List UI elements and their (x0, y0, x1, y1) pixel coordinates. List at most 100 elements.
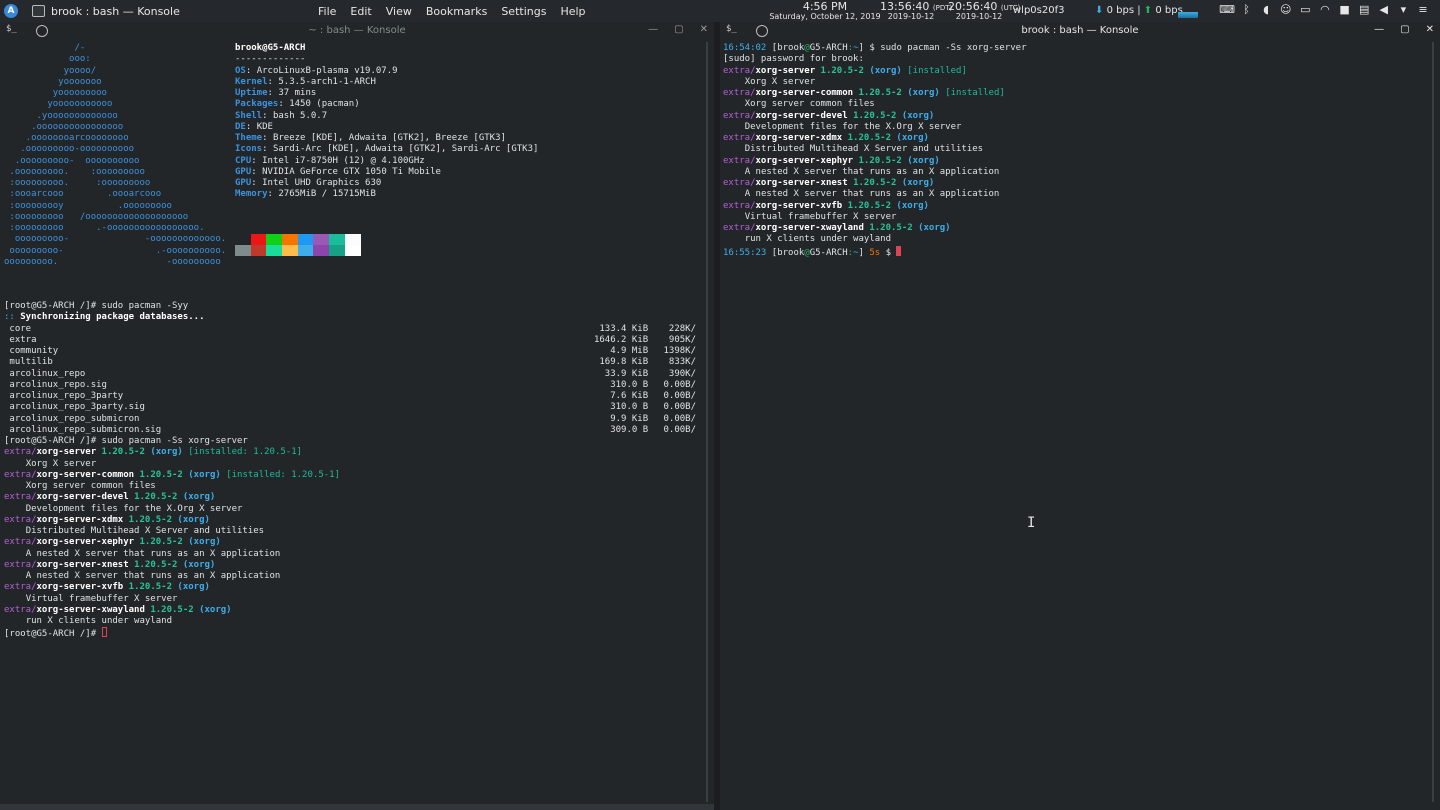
clock-date: Saturday, October 12, 2019 (769, 12, 881, 21)
application-launcher-icon[interactable]: A (4, 4, 18, 18)
result-package[interactable]: xorg-server-devel (37, 492, 129, 502)
result-package[interactable]: xorg-server-xwayland (37, 605, 145, 615)
info-value: ArcoLinuxB-plasma v19.07.9 (256, 65, 398, 76)
timezone-clock-utc[interactable]: 20:56:40 (UTC) 2019-10-12 (948, 0, 1020, 21)
db-rate: 833K/ (668, 357, 696, 368)
info-key: DE (235, 121, 246, 132)
palette-swatch (282, 245, 298, 256)
menu-icon[interactable]: ≡ (1416, 2, 1430, 16)
db-row: arcolinux_repo.sig 310.0 B 0.00B/ (4, 380, 696, 391)
menu-help[interactable]: Help (560, 5, 585, 18)
result-group: (xorg) (896, 200, 929, 211)
left-scrollbar[interactable] (706, 42, 708, 802)
result-version: 1.20.5-2 (128, 514, 172, 525)
db-rate: 0.00B/ (663, 402, 696, 413)
konsole-window-right[interactable]: $_ brook : bash — Konsole — ▢ ✕ 16:54:02… (720, 22, 1440, 810)
db-name: community (9, 346, 59, 356)
minimize-icon[interactable]: — (648, 24, 658, 35)
menu-bookmarks[interactable]: Bookmarks (426, 5, 487, 18)
neofetch-user: brook@G5-ARCH (235, 43, 306, 53)
result-package[interactable]: xorg-server-xnest (756, 178, 848, 188)
result-package[interactable]: xorg-server-common (756, 88, 854, 98)
result-description: A nested X server that runs as an X appl… (744, 166, 1000, 177)
prompt-user: [brook (771, 43, 805, 53)
result-package[interactable]: xorg-server (37, 447, 97, 457)
right-titlebar[interactable]: $_ brook : bash — Konsole — ▢ ✕ (720, 22, 1440, 40)
db-stats: 7.6 KiB 0.00B/ (610, 391, 696, 402)
result-package[interactable]: xorg-server-xwayland (756, 223, 864, 233)
result-package[interactable]: xorg-server-xephyr (756, 156, 854, 166)
right-scrollbar[interactable] (1432, 42, 1434, 802)
system-tray: ⌨ ᛒ ◖ ☺ ▭ ◠ ■ ▤ ◀ ▾ ≡ (1219, 2, 1436, 16)
result-version: 1.20.5-2 (858, 155, 902, 166)
info-value: Sardi-Arc [KDE], Adwaita [GTK2], Sardi-A… (272, 144, 539, 155)
left-bottom-edge (0, 804, 714, 810)
network-speed[interactable]: ⬇ 0 bps | ⬆ 0 bps (1095, 5, 1183, 16)
result-package[interactable]: xorg-server-xdmx (37, 515, 124, 525)
db-name: arcolinux_repo_3party (9, 391, 124, 401)
result-description: A nested X server that runs as an X appl… (25, 571, 281, 581)
info-value: NVIDIA GeForce GTX 1050 Ti Mobile (262, 166, 441, 177)
left-terminal-output[interactable]: [root@G5-ARCH /]# sudo pacman -Syy :: Sy… (4, 301, 696, 641)
palette-swatch (266, 234, 283, 245)
result-package[interactable]: xorg-server-xvfb (756, 201, 843, 211)
result-package[interactable]: xorg-server-common (37, 470, 135, 480)
result-package[interactable]: xorg-server-xephyr (37, 537, 135, 547)
bluetooth-icon[interactable]: ᛒ (1240, 2, 1254, 16)
db-row: arcolinux_repo_submicron 9.9 KiB 0.00B/ (4, 414, 696, 425)
menu-file[interactable]: File (318, 5, 336, 18)
battery-icon[interactable]: ▭ (1298, 2, 1312, 16)
konsole-window-left[interactable]: $_ ~ : bash — Konsole — ▢ ✕ /- ooo: yooo… (0, 22, 714, 810)
info-value: Breeze [KDE], Adwaita [GTK2], Breeze [GT… (272, 133, 506, 143)
close-icon[interactable]: ✕ (700, 24, 708, 35)
volume-icon[interactable]: ◖ (1259, 2, 1273, 16)
keyboard-icon[interactable]: ⌨ (1219, 2, 1235, 16)
result-repo: extra/ (4, 604, 37, 615)
timezone-clock-pdt[interactable]: 13:56:40 (PDT) 2019-10-12 (880, 0, 952, 21)
result-version: 1.20.5-2 (853, 178, 897, 188)
result-description: run X clients under wayland (744, 234, 891, 245)
left-titlebar[interactable]: $_ ~ : bash — Konsole — ▢ ✕ (0, 22, 714, 40)
result-package[interactable]: xorg-server-xdmx (756, 133, 843, 143)
prompt-dollar: $ (880, 247, 897, 258)
info-key: Memory (235, 189, 268, 200)
info-key: Icons (235, 144, 263, 155)
result-repo: extra/ (723, 133, 756, 143)
top-panel: A brook : bash — Konsole File Edit View … (0, 0, 1440, 22)
result-package[interactable]: xorg-server-xnest (37, 560, 129, 570)
result-version: 1.20.5-2 (101, 447, 145, 458)
digital-clock[interactable]: 4:56 PM Saturday, October 12, 2019 (766, 0, 884, 21)
maximize-icon[interactable]: ▢ (674, 24, 683, 35)
result-group: (xorg) (182, 559, 216, 570)
db-row: arcolinux_repo_submicron.sig 309.0 B 0.00… (4, 425, 696, 436)
tz1-date: 2019-10-12 (887, 12, 935, 21)
user-icon[interactable]: ☺ (1279, 2, 1293, 16)
close-icon[interactable]: ✕ (1426, 24, 1434, 35)
menu-settings[interactable]: Settings (501, 5, 546, 18)
clipboard-icon[interactable]: ▤ (1357, 2, 1371, 16)
result-description: run X clients under wayland (25, 616, 172, 626)
result-package[interactable]: xorg-server-xvfb (37, 582, 124, 592)
sync-command: [root@G5-ARCH /]# sudo pacman -Syy (4, 301, 189, 311)
result-description: Virtual framebuffer X server (25, 593, 178, 604)
result-package[interactable]: xorg-server-devel (756, 111, 848, 121)
palette-swatch (329, 245, 345, 256)
palette-swatch (250, 245, 267, 256)
menu-edit[interactable]: Edit (350, 5, 371, 18)
menu-view[interactable]: View (386, 5, 412, 18)
neofetch-logo: /- ooo: yoooo/ yooooooo yooooooooo yoooo… (4, 43, 227, 267)
right-terminal-output[interactable]: 16:54:02 [brook@G5-ARCH:~] $ sudo pacman… (723, 43, 1027, 259)
result-description: A nested X server that runs as an X appl… (744, 189, 1000, 200)
db-stats: 169.8 KiB 833K/ (599, 357, 696, 368)
chevron-down-icon[interactable]: ▾ (1396, 2, 1410, 16)
result-description: Xorg server common files (25, 481, 156, 491)
db-stats: 33.9 KiB 390K/ (605, 369, 696, 380)
maximize-icon[interactable]: ▢ (1400, 24, 1409, 35)
result-group: (xorg) (188, 537, 221, 548)
lock-icon[interactable]: ■ (1338, 2, 1352, 16)
result-package[interactable]: xorg-server (756, 66, 816, 76)
wifi-icon[interactable]: ◠ (1318, 2, 1332, 16)
minimize-icon[interactable]: — (1374, 24, 1384, 35)
speaker-icon[interactable]: ◀ (1377, 2, 1391, 16)
db-name: arcolinux_repo_submicron (9, 413, 140, 424)
